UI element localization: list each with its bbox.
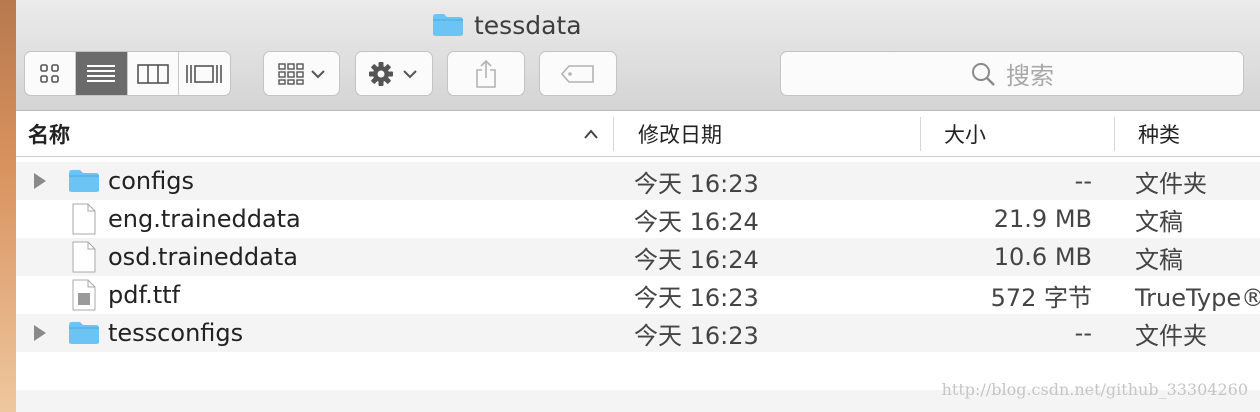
column-header-kind[interactable]: 种类 [1138,111,1180,156]
file-kind: 文件夹 [1135,321,1207,350]
cover-flow-view-button[interactable] [179,52,230,95]
search-field[interactable]: 搜索 [780,51,1244,96]
file-size: 21.9 MB [993,205,1092,233]
grid-icon [40,63,59,83]
column-view-button[interactable] [128,52,179,95]
column-header-size[interactable]: 大小 [944,111,986,156]
sort-ascending-icon[interactable] [583,111,599,156]
file-name: tessconfigs [108,319,244,347]
folder-icon [68,314,100,352]
file-size: -- [1074,319,1092,347]
title-bar: tessdata 搜索 [16,0,1260,111]
file-date: 今天 16:23 [634,321,759,350]
document-icon [72,238,96,276]
list-icon [87,64,116,82]
file-row-pdf-ttf[interactable]: pdf.ttf 今天 16:23 572 字节 TrueType® 字 [16,276,1260,314]
file-row-eng-traineddata[interactable]: eng.traineddata 今天 16:24 21.9 MB 文稿 [16,200,1260,238]
file-date: 今天 16:24 [634,245,759,274]
file-kind: 文稿 [1135,207,1183,236]
file-name: eng.traineddata [108,205,301,233]
share-icon [476,59,496,88]
column-header-row: 名称 修改日期 大小 种类 [16,111,1260,157]
file-name: pdf.ttf [108,281,181,309]
arrange-icon [277,62,325,85]
watermark: http://blog.csdn.net/github_33304260 [941,380,1248,399]
icon-view-button[interactable] [25,52,77,95]
folder-icon [433,14,463,36]
column-header-name[interactable]: 名称 [28,111,70,156]
disclosure-triangle[interactable] [34,162,46,200]
file-row-osd-traineddata[interactable]: osd.traineddata 今天 16:24 10.6 MB 文稿 [16,238,1260,276]
window-title-text: tessdata [474,10,582,40]
tag-icon [560,64,594,83]
column-divider[interactable] [613,117,614,151]
file-size: -- [1074,167,1092,195]
desktop-edge [0,0,16,412]
font-file-icon [72,276,96,314]
column-divider[interactable] [1114,117,1115,151]
cover-flow-icon [186,64,223,83]
file-name: osd.traineddata [108,243,298,271]
action-menu-button[interactable] [355,51,433,96]
share-button[interactable] [447,51,525,96]
tag-button[interactable] [539,51,617,96]
file-kind: TrueType® 字 [1135,283,1260,312]
file-kind: 文件夹 [1135,169,1207,198]
file-name: configs [108,167,194,195]
file-size: 10.6 MB [993,243,1092,271]
file-row-configs[interactable]: configs 今天 16:23 -- 文件夹 [16,162,1260,200]
columns-icon [136,63,169,84]
file-date: 今天 16:23 [634,283,759,312]
disclosure-triangle[interactable] [34,314,46,352]
search-icon [972,62,995,86]
window-title: tessdata [432,10,582,40]
file-size: 572 字节 [990,283,1092,312]
document-icon [72,200,96,238]
file-date: 今天 16:24 [634,207,759,236]
gear-icon [369,61,417,86]
list-view-button[interactable] [76,52,128,95]
column-divider[interactable] [920,117,921,151]
file-kind: 文稿 [1135,245,1183,274]
column-header-date[interactable]: 修改日期 [638,111,722,156]
file-date: 今天 16:23 [634,169,759,198]
folder-icon [68,162,100,200]
arrange-button[interactable] [263,51,340,96]
search-placeholder: 搜索 [1006,62,1054,90]
file-row-tessconfigs[interactable]: tessconfigs 今天 16:23 -- 文件夹 [16,314,1260,352]
view-mode-switcher[interactable] [24,51,231,96]
